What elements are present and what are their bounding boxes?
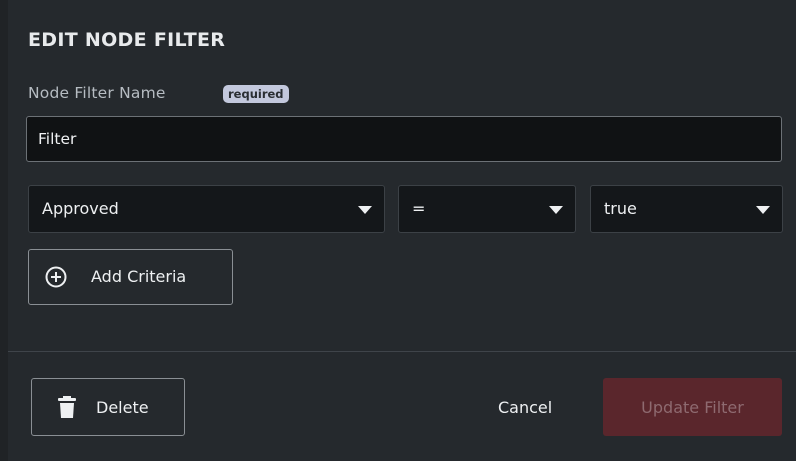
- criteria-operator-select[interactable]: =: [398, 185, 576, 233]
- update-filter-button[interactable]: Update Filter: [603, 378, 782, 436]
- criteria-operator-value: =: [412, 199, 426, 218]
- caret-down-icon: [549, 206, 563, 214]
- cancel-button[interactable]: Cancel: [488, 378, 586, 436]
- add-criteria-button[interactable]: Add Criteria: [28, 249, 233, 305]
- caret-down-icon: [358, 206, 372, 214]
- node-filter-name-input[interactable]: [26, 116, 782, 162]
- dialog-title: EDIT NODE FILTER: [28, 29, 226, 51]
- criteria-value-select[interactable]: true: [590, 185, 783, 233]
- footer-divider: [8, 351, 796, 352]
- required-badge: required: [223, 85, 289, 103]
- add-criteria-label: Add Criteria: [91, 267, 187, 286]
- caret-down-icon: [756, 206, 770, 214]
- plus-circle-icon: [45, 266, 67, 292]
- criteria-field-select[interactable]: Approved: [28, 185, 385, 233]
- criteria-value-value: true: [604, 199, 637, 218]
- update-filter-label: Update Filter: [641, 398, 744, 417]
- node-filter-name-label: Node Filter Name: [28, 84, 166, 102]
- edit-node-filter-dialog: EDIT NODE FILTER Node Filter Name requir…: [8, 0, 796, 461]
- cancel-label: Cancel: [498, 398, 553, 417]
- criteria-field-value: Approved: [42, 199, 119, 218]
- delete-button[interactable]: Delete: [31, 378, 185, 436]
- delete-label: Delete: [96, 398, 149, 417]
- trash-icon: [58, 396, 76, 422]
